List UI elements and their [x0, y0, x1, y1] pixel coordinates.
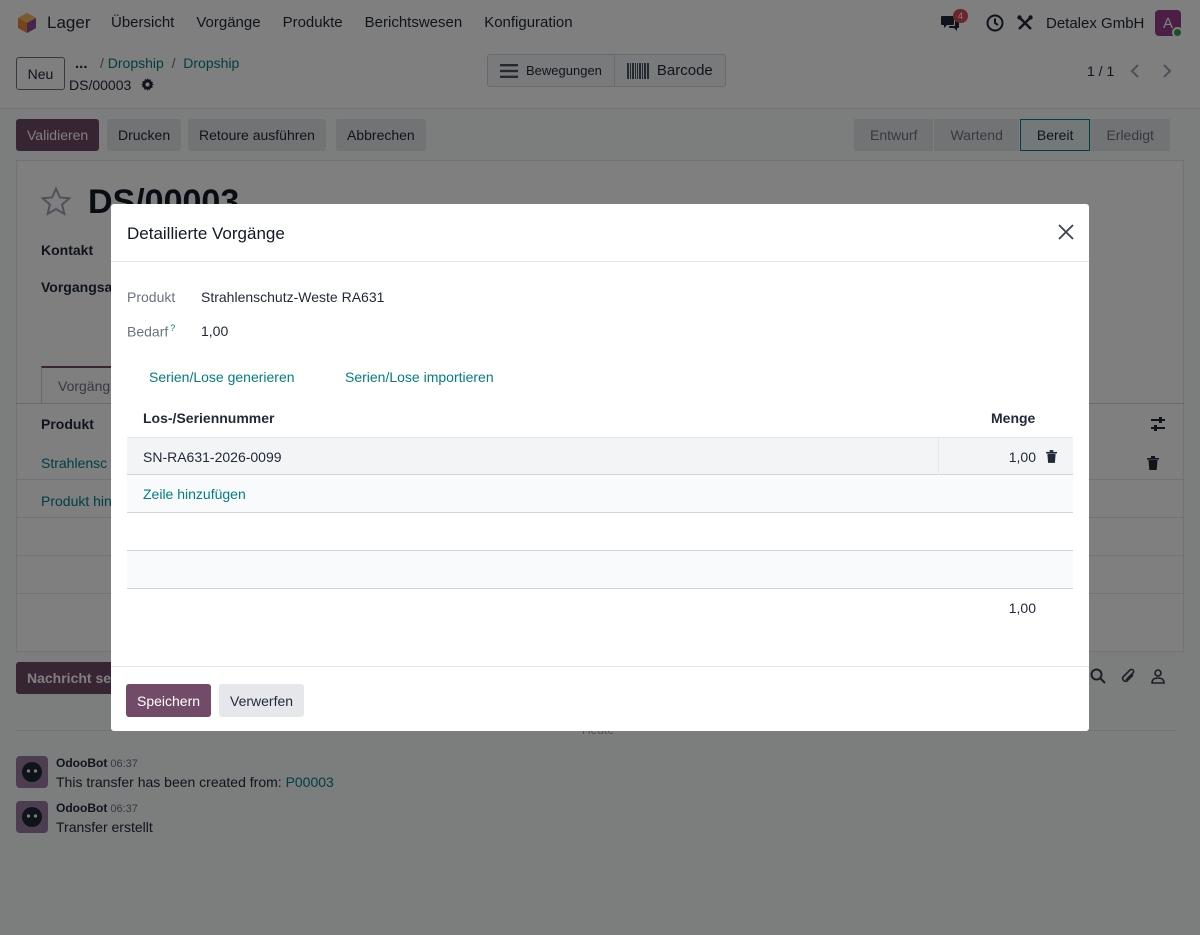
table-row[interactable]: SN-RA631-2026-0099 1,00: [127, 437, 1073, 475]
trash-icon[interactable]: [1046, 450, 1057, 463]
import-lots-link[interactable]: Serien/Lose importieren: [345, 369, 494, 385]
product-value-link[interactable]: Strahlenschutz-Weste RA631: [201, 289, 384, 305]
discard-button[interactable]: Verwerfen: [219, 684, 305, 717]
save-button[interactable]: Speichern: [126, 684, 212, 717]
column-header-lot[interactable]: Los-/Seriennummer: [143, 410, 274, 426]
column-header-quantity[interactable]: Menge: [991, 410, 1035, 426]
lots-table-header: Los-/Seriennummer Menge: [127, 404, 1073, 438]
quantity-cell[interactable]: 1,00: [1009, 449, 1036, 465]
table-row: [127, 551, 1073, 589]
dialog-title: Detaillierte Vorgänge: [127, 224, 285, 243]
demand-label: Bedarf?: [127, 323, 175, 340]
add-line-row: Zeile hinzufügen: [127, 475, 1073, 513]
product-label: Produkt: [127, 289, 176, 305]
lot-number-cell[interactable]: SN-RA631-2026-0099: [143, 449, 282, 465]
add-line-link[interactable]: Zeile hinzufügen: [143, 486, 246, 502]
demand-value: 1,00: [201, 323, 229, 339]
dialog-footer: Speichern Verwerfen: [111, 666, 1089, 731]
demand-label-text: Bedarf: [127, 323, 169, 340]
table-row: [127, 513, 1073, 551]
dialog-header: Detaillierte Vorgänge: [111, 204, 1089, 262]
close-icon[interactable]: [1057, 223, 1075, 241]
quantity-total: 1,00: [1008, 600, 1036, 616]
quantity-cell-wrap: 1,00: [938, 438, 1073, 475]
detailed-operations-dialog: Detaillierte Vorgänge Produkt Strahlensc…: [111, 204, 1089, 731]
demand-help-tooltip[interactable]: ?: [170, 323, 175, 333]
generate-lots-link[interactable]: Serien/Lose generieren: [149, 369, 295, 385]
